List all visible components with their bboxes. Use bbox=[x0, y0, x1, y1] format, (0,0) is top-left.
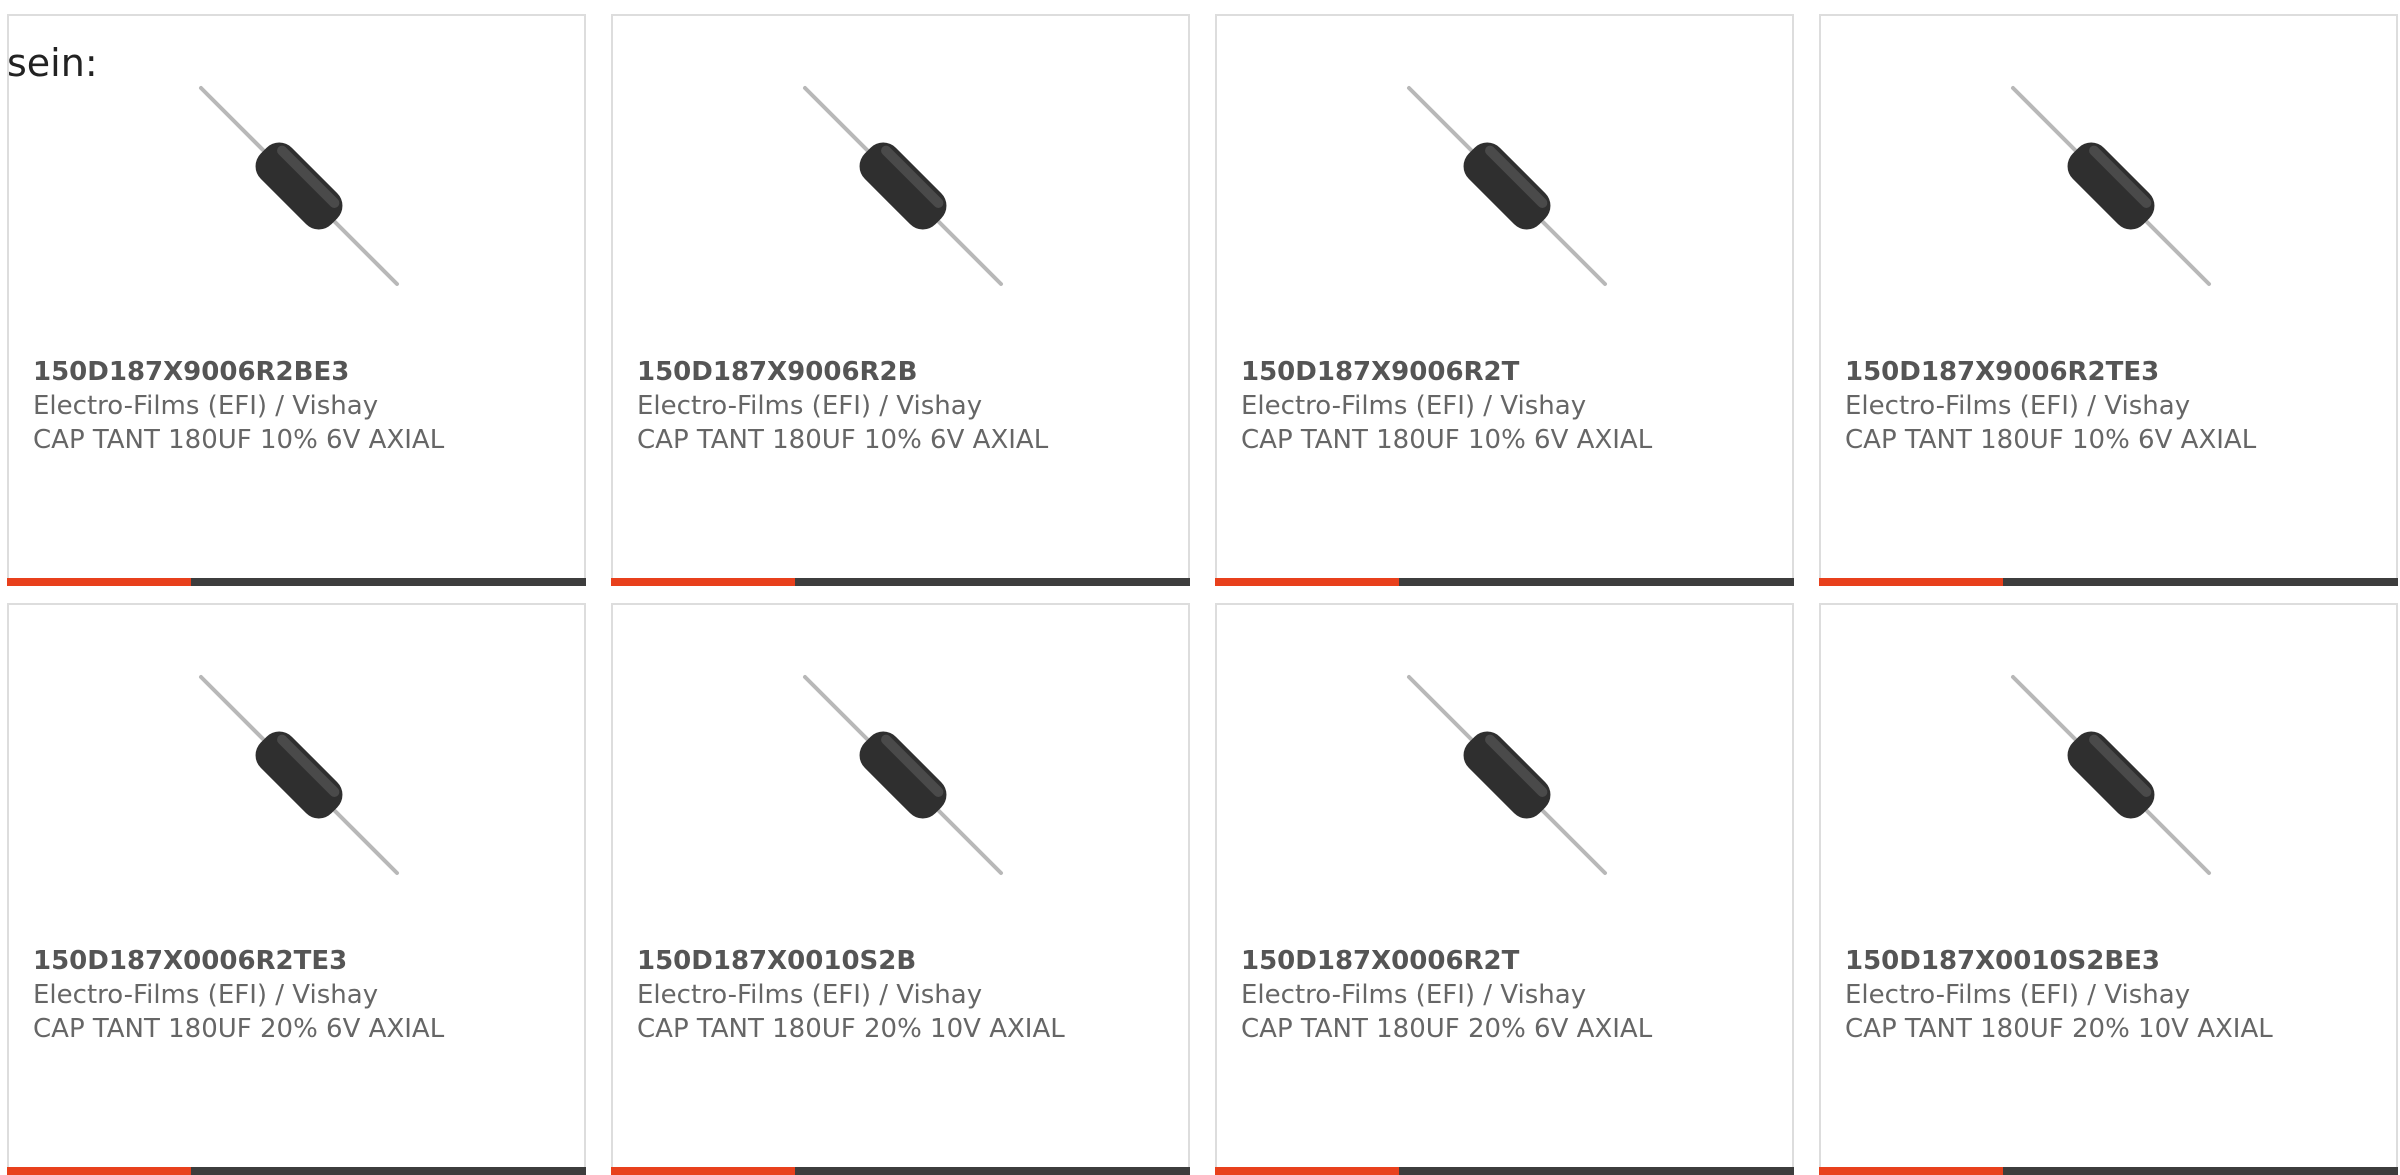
card-footer-bar bbox=[7, 1167, 586, 1175]
dark-segment bbox=[795, 1167, 1190, 1175]
card-footer-bar bbox=[611, 578, 1190, 586]
product-card[interactable]: 150D187X9006R2T Electro-Films (EFI) / Vi… bbox=[1215, 14, 1794, 586]
card-footer-bar bbox=[1819, 1167, 2398, 1175]
accent-segment bbox=[1215, 578, 1399, 586]
accent-segment bbox=[7, 1167, 191, 1175]
manufacturer: Electro-Films (EFI) / Vishay bbox=[637, 980, 983, 1010]
dark-segment bbox=[191, 578, 586, 586]
part-number[interactable]: 150D187X9006R2T bbox=[1241, 357, 1519, 387]
dark-segment bbox=[1399, 578, 1794, 586]
accent-segment bbox=[1215, 1167, 1399, 1175]
axial-capacitor-icon bbox=[801, 673, 1005, 877]
description: CAP TANT 180UF 10% 6V AXIAL bbox=[1845, 425, 2257, 455]
product-card[interactable]: 150D187X0010S2B Electro-Films (EFI) / Vi… bbox=[611, 603, 1190, 1175]
product-card[interactable]: 150D187X0006R2TE3 Electro-Films (EFI) / … bbox=[7, 603, 586, 1175]
dark-segment bbox=[2003, 578, 2398, 586]
description: CAP TANT 180UF 10% 6V AXIAL bbox=[1241, 425, 1653, 455]
dark-segment bbox=[2003, 1167, 2398, 1175]
description: CAP TANT 180UF 10% 6V AXIAL bbox=[33, 425, 445, 455]
part-number[interactable]: 150D187X0006R2TE3 bbox=[33, 946, 347, 976]
product-card[interactable]: 150D187X9006R2TE3 Electro-Films (EFI) / … bbox=[1819, 14, 2398, 586]
axial-capacitor-icon bbox=[197, 673, 401, 877]
description: CAP TANT 180UF 10% 6V AXIAL bbox=[637, 425, 1049, 455]
dark-segment bbox=[1399, 1167, 1794, 1175]
axial-capacitor-icon bbox=[1405, 673, 1609, 877]
accent-segment bbox=[7, 578, 191, 586]
accent-segment bbox=[611, 1167, 795, 1175]
product-card[interactable]: 150D187X9006R2BE3 Electro-Films (EFI) / … bbox=[7, 14, 586, 586]
card-footer-bar bbox=[611, 1167, 1190, 1175]
card-footer-bar bbox=[1819, 578, 2398, 586]
manufacturer: Electro-Films (EFI) / Vishay bbox=[33, 980, 379, 1010]
accent-segment bbox=[1819, 578, 2003, 586]
manufacturer: Electro-Films (EFI) / Vishay bbox=[1241, 980, 1587, 1010]
manufacturer: Electro-Films (EFI) / Vishay bbox=[1845, 391, 2191, 421]
accent-segment bbox=[1819, 1167, 2003, 1175]
description: CAP TANT 180UF 20% 6V AXIAL bbox=[1241, 1014, 1653, 1044]
product-card[interactable]: 150D187X9006R2B Electro-Films (EFI) / Vi… bbox=[611, 14, 1190, 586]
part-number[interactable]: 150D187X9006R2B bbox=[637, 357, 917, 387]
manufacturer: Electro-Films (EFI) / Vishay bbox=[1845, 980, 2191, 1010]
card-footer-bar bbox=[7, 578, 586, 586]
axial-capacitor-icon bbox=[2009, 84, 2213, 288]
accent-segment bbox=[611, 578, 795, 586]
manufacturer: Electro-Films (EFI) / Vishay bbox=[1241, 391, 1587, 421]
part-number[interactable]: 150D187X0010S2BE3 bbox=[1845, 946, 2160, 976]
axial-capacitor-icon bbox=[801, 84, 1005, 288]
part-number[interactable]: 150D187X0006R2T bbox=[1241, 946, 1519, 976]
dark-segment bbox=[795, 578, 1190, 586]
intro-text: sein: bbox=[7, 41, 98, 85]
dark-segment bbox=[191, 1167, 586, 1175]
part-number[interactable]: 150D187X9006R2TE3 bbox=[1845, 357, 2159, 387]
product-card[interactable]: 150D187X0006R2T Electro-Films (EFI) / Vi… bbox=[1215, 603, 1794, 1175]
card-footer-bar bbox=[1215, 1167, 1794, 1175]
product-grid: 150D187X9006R2BE3 Electro-Films (EFI) / … bbox=[7, 14, 2398, 1175]
description: CAP TANT 180UF 20% 10V AXIAL bbox=[1845, 1014, 2273, 1044]
card-footer-bar bbox=[1215, 578, 1794, 586]
description: CAP TANT 180UF 20% 10V AXIAL bbox=[637, 1014, 1065, 1044]
product-card[interactable]: 150D187X0010S2BE3 Electro-Films (EFI) / … bbox=[1819, 603, 2398, 1175]
manufacturer: Electro-Films (EFI) / Vishay bbox=[637, 391, 983, 421]
part-number[interactable]: 150D187X0010S2B bbox=[637, 946, 916, 976]
axial-capacitor-icon bbox=[1405, 84, 1609, 288]
axial-capacitor-icon bbox=[197, 84, 401, 288]
manufacturer: Electro-Films (EFI) / Vishay bbox=[33, 391, 379, 421]
description: CAP TANT 180UF 20% 6V AXIAL bbox=[33, 1014, 445, 1044]
part-number[interactable]: 150D187X9006R2BE3 bbox=[33, 357, 349, 387]
axial-capacitor-icon bbox=[2009, 673, 2213, 877]
